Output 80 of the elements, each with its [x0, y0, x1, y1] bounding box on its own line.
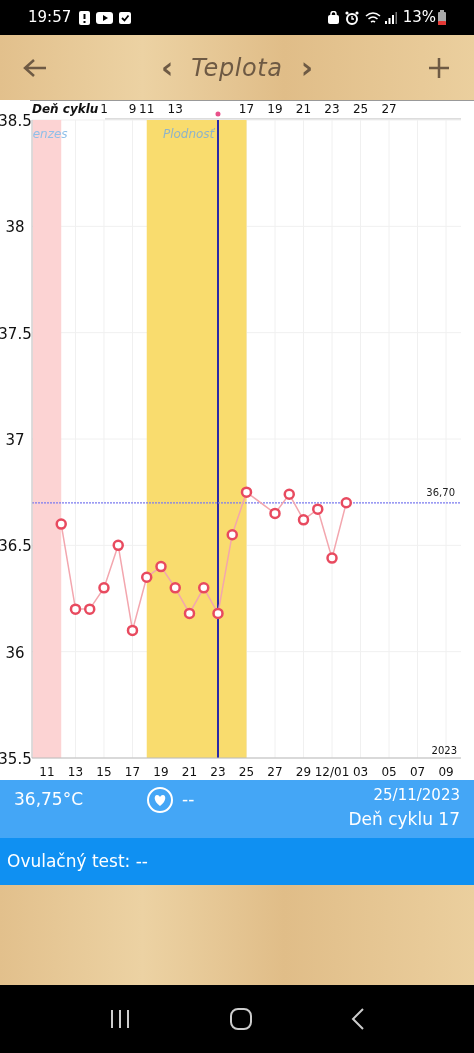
data-point [141, 571, 153, 583]
alarm-icon [344, 10, 359, 25]
data-point [340, 497, 352, 509]
cycle-day-label: 11 [139, 102, 155, 116]
cycle-day-label: 21 [295, 102, 312, 116]
data-point [83, 603, 96, 615]
axis-title: Deň cyklu [32, 102, 99, 116]
coverline-label: 36,70 [426, 486, 455, 498]
data-point [183, 607, 196, 620]
home-icon[interactable] [229, 1007, 253, 1031]
cycle-day-label: 25 [352, 102, 369, 116]
temperature-value: 36,75°C [14, 788, 85, 811]
screen-title: Teplota [191, 52, 283, 84]
y-axis-label: 35.5 [0, 750, 32, 768]
check-icon [119, 11, 132, 24]
cycle-day-label: 23 [324, 102, 340, 116]
x-axis-label: 12/01 [314, 765, 350, 779]
y-axis-label: 38.5 [0, 112, 32, 130]
data-point [126, 624, 139, 637]
next-button[interactable]: › [300, 52, 314, 83]
x-axis-label: 21 [181, 765, 198, 779]
y-axis-label: 37 [5, 431, 25, 449]
data-point [112, 539, 124, 552]
battery-percent: 13% [402, 7, 436, 29]
status-time: 19:57 [28, 7, 72, 29]
data-point [269, 507, 281, 520]
y-axis-label: 38 [5, 218, 25, 237]
year-label: 2023 [431, 745, 457, 756]
data-point [55, 518, 67, 530]
band-label: enzes [32, 127, 68, 141]
nav-back-icon[interactable] [351, 1008, 365, 1030]
x-axis-label: 19 [153, 765, 169, 779]
alert-icon [79, 10, 91, 25]
cycle-day-label: 9 [128, 102, 137, 116]
back-arrow-icon [23, 57, 47, 78]
cycle-day-label: 1 [100, 102, 108, 116]
x-axis-label: 03 [352, 765, 369, 779]
data-point [198, 582, 210, 594]
cycle-day-label: 19 [267, 102, 283, 116]
add-icon [428, 56, 450, 79]
cycle-day-label: 27 [381, 102, 397, 116]
recent-apps-icon[interactable] [109, 1009, 131, 1029]
previous-button[interactable]: ‹ [160, 52, 174, 83]
lock-icon [327, 11, 339, 24]
x-axis-label: 15 [96, 765, 112, 779]
date-text: 25/11/2023 [373, 785, 460, 806]
band-label: Plodnosť [162, 127, 215, 141]
cycle-day-label: 17 [238, 102, 255, 116]
data-point [98, 582, 110, 594]
ovulation-test-text: Ovulačný test: -- [7, 849, 148, 873]
x-axis-label: 07 [409, 765, 426, 779]
wifi-icon [364, 11, 381, 24]
x-axis-label: 25 [238, 765, 255, 779]
x-axis-label: 17 [124, 765, 141, 779]
cycle-day-text: Deň cyklu 17 [348, 807, 460, 831]
y-axis-label: 37.5 [0, 324, 32, 343]
x-axis-label: 09 [438, 765, 454, 779]
intercourse-value: -- [182, 788, 195, 811]
y-axis-label: 36 [5, 643, 25, 662]
y-axis-label: 36.5 [0, 537, 32, 556]
data-point [283, 488, 295, 501]
battery-icon [438, 10, 446, 25]
x-axis-label: 13 [67, 765, 84, 779]
data-point [297, 514, 310, 526]
data-point [312, 503, 324, 515]
data-point [69, 603, 82, 615]
x-axis-label: 05 [381, 765, 397, 779]
data-point [240, 486, 253, 498]
data-point [155, 560, 167, 573]
x-axis-label: 11 [39, 765, 55, 779]
data-point [212, 607, 224, 620]
signal-icon [384, 11, 397, 24]
cycle-day-label: 13 [167, 102, 183, 116]
data-point [169, 582, 181, 594]
data-point [226, 528, 238, 541]
x-axis-label: 23 [210, 765, 226, 779]
x-axis-label: 29 [295, 765, 312, 779]
video-icon [96, 11, 114, 24]
x-axis-label: 27 [267, 765, 283, 779]
data-point [326, 552, 338, 564]
